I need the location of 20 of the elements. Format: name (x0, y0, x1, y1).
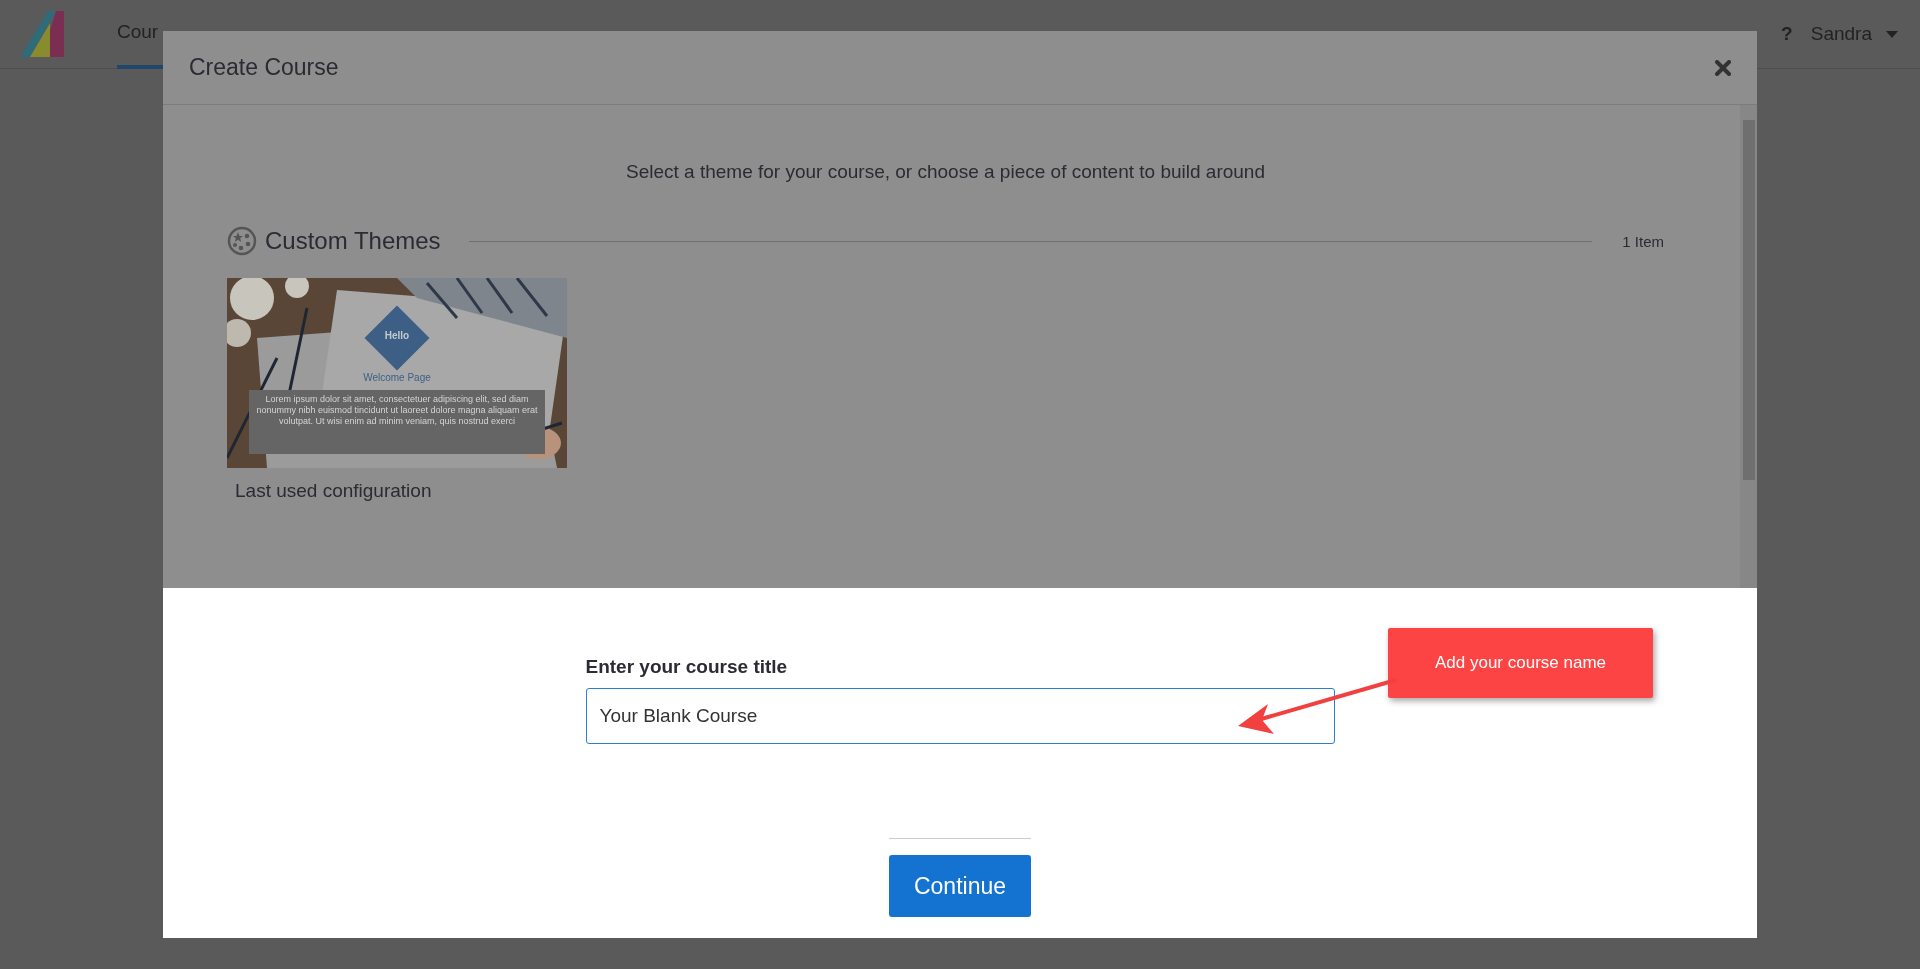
section-title: Custom Themes (265, 227, 441, 255)
close-icon[interactable] (1715, 59, 1731, 76)
slide-badge-text: Hello (383, 330, 411, 341)
field-label: Enter your course title (585, 656, 789, 678)
intro-text: Select a theme for your course, or choose a piece of content to build around (625, 161, 1266, 183)
item-count: 1 Item (1622, 232, 1664, 250)
palette-icon (227, 226, 257, 256)
callout-box: Add your course name (1388, 628, 1653, 698)
scrollbar-thumb[interactable] (1742, 120, 1755, 480)
help-link[interactable]: ? (1781, 23, 1793, 45)
theme-caption: Last used configuration (234, 480, 433, 502)
dialog-title: Create Course (189, 54, 339, 81)
continue-button[interactable]: Continue (889, 855, 1031, 917)
scrollbar[interactable] (1740, 105, 1757, 588)
slide-body-text: Lorem ipsum dolor sit amet, consectetuer adipiscing elit, sed diam nonummy nibh euismod tincidunt ut laoreet dolore magna aliquam erat volutpat. Ut wisi enim ad minim veniam, quis nostrud exerci (249, 390, 545, 454)
course-title-field[interactable]: Your Blank Course (585, 688, 1335, 744)
user-menu[interactable]: Sandra (1810, 23, 1898, 45)
caret-icon (1886, 30, 1898, 38)
slide-heading: Welcome Page (362, 372, 432, 383)
logo-icon[interactable] (20, 11, 65, 57)
